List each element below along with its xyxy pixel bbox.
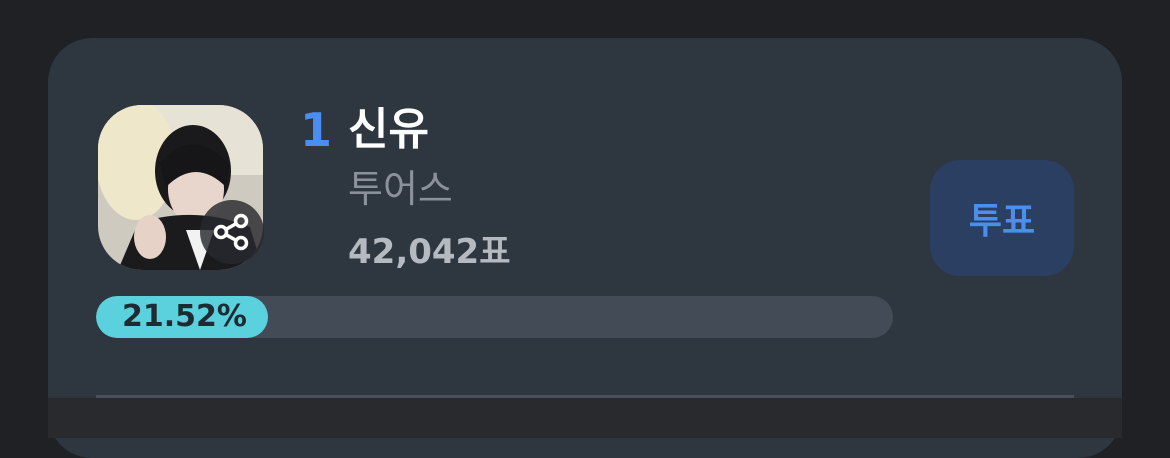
share-icon xyxy=(213,213,249,251)
vote-progress-bar: 21.52% xyxy=(96,296,893,338)
vote-count: 42,042표 xyxy=(348,232,511,272)
candidate-name: 신유 xyxy=(348,104,429,155)
rank-number: 1 xyxy=(300,103,333,157)
group-name: 투어스 xyxy=(348,167,453,211)
share-button[interactable] xyxy=(200,200,264,264)
next-card-edge xyxy=(48,398,1122,438)
vote-button[interactable]: 투표 xyxy=(930,160,1074,276)
progress-percent-label: 21.52% xyxy=(122,299,247,334)
